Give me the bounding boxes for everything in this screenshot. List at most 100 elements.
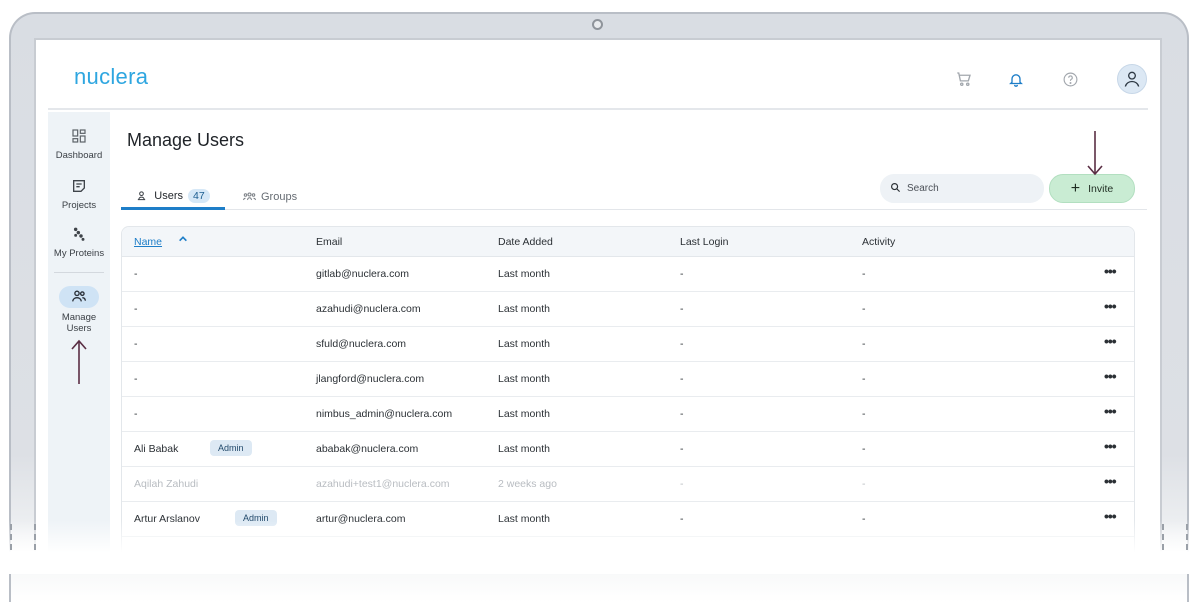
cell-last-login: -	[680, 408, 684, 420]
cell-email: ababak@nuclera.com	[316, 443, 419, 455]
cell-name: Ali Babak	[134, 443, 179, 455]
cell-name: Artur Arslanov	[134, 513, 200, 525]
sort-ascending-icon[interactable]	[178, 234, 188, 247]
app-screen: nuclera Dashboard Projects My Proteins M…	[34, 38, 1162, 558]
cell-email: nimbus_admin@nuclera.com	[316, 408, 453, 420]
sidebar-item-label: Manage Users	[61, 312, 97, 334]
table-row[interactable]: Artur Arslanov artur@nuclera.com Last mont…	[122, 502, 1134, 537]
column-header-email[interactable]: Email	[316, 236, 342, 248]
cell-activity: -	[862, 513, 866, 525]
cell-activity: -	[862, 268, 866, 280]
tab-users[interactable]: Users 47	[121, 184, 225, 210]
annotation-arrow-up-icon	[71, 339, 87, 384]
table-row[interactable]: - azahudi@nuclera.com Last month - - •••	[122, 292, 1134, 327]
table-row[interactable]: - gitlab@nuclera.com Last month - - •••	[122, 257, 1134, 292]
table-row[interactable]: - jlangford@nuclera.com Last month - - •••	[122, 362, 1134, 397]
logo[interactable]: nuclera	[74, 64, 148, 90]
cell-email: azahudi@nuclera.com	[316, 303, 421, 315]
active-indicator	[59, 286, 99, 308]
cell-email: sfuld@nuclera.com	[316, 338, 407, 350]
cell-email: gitlab@nuclera.com	[316, 268, 409, 280]
cell-email: azahudi+test1@nuclera.com	[316, 478, 450, 490]
frame-edge-left	[10, 524, 12, 554]
table-row[interactable]: - nimbus_admin@nuclera.com Last month - - •••	[122, 397, 1134, 432]
sidebar-item-projects[interactable]: Projects	[48, 178, 110, 211]
tab-label: Users	[154, 189, 184, 202]
table-row[interactable]: - sfuld@nuclera.com Last month - - •••	[122, 327, 1134, 362]
sidebar-item-dashboard[interactable]: Dashboard	[48, 128, 110, 161]
row-menu-icon[interactable]: •••	[1104, 403, 1117, 419]
cell-name: -	[134, 338, 138, 350]
sidebar-item-my-proteins[interactable]: My Proteins	[48, 226, 110, 259]
cell-date-added: Last month	[498, 373, 550, 385]
cell-activity: -	[862, 303, 866, 315]
table-header: Name Email Date Added Last Login Activit…	[122, 227, 1134, 257]
groups-icon	[243, 191, 256, 203]
column-header-date-added[interactable]: Date Added	[498, 236, 553, 248]
tab-label: Groups	[261, 191, 298, 203]
cell-date-added: Last month	[498, 408, 550, 420]
frame-edge-right-inner	[1162, 524, 1164, 554]
cell-last-login: -	[680, 338, 684, 350]
table-row[interactable]: Ali Babak ababak@nuclera.com Last month - - A…	[122, 432, 1134, 467]
sidebar-item-label: My Proteins	[53, 248, 105, 259]
dashboard-icon	[70, 128, 88, 146]
column-header-name[interactable]: Name	[134, 236, 162, 248]
row-menu-icon[interactable]: •••	[1104, 368, 1117, 384]
row-menu-icon[interactable]: •••	[1104, 263, 1117, 279]
search-icon	[890, 180, 901, 198]
bell-icon[interactable]	[1005, 68, 1027, 90]
column-header-last-login[interactable]: Last Login	[680, 236, 728, 248]
plus-icon: +	[1070, 179, 1081, 197]
page-title: Manage Users	[127, 130, 245, 150]
cell-date-added: Last month	[498, 268, 550, 280]
cell-activity: -	[862, 408, 866, 420]
sidebar: Dashboard Projects My Proteins Manage Us…	[48, 112, 110, 558]
row-menu-icon[interactable]: •••	[1104, 473, 1117, 489]
cell-email: artur@nuclera.com	[316, 513, 406, 525]
cart-icon[interactable]	[953, 68, 975, 90]
invite-button[interactable]: + Invite	[1049, 174, 1135, 203]
table-row[interactable]: Aqilah Zahudi azahudi+test1@nuclera.com 2 …	[122, 467, 1134, 502]
cell-last-login: -	[680, 268, 684, 280]
cell-name: Aqilah Zahudi	[134, 478, 199, 490]
user-icon	[136, 190, 148, 202]
row-menu-icon[interactable]: •••	[1104, 298, 1117, 314]
frame-edge-left-inner	[34, 524, 36, 554]
cell-activity: -	[862, 478, 866, 490]
help-icon[interactable]	[1059, 68, 1081, 90]
proteins-icon	[70, 226, 88, 244]
column-header-activity[interactable]: Activity	[862, 236, 895, 248]
cell-date-added: 2 weeks ago	[498, 478, 557, 490]
cell-name: -	[134, 268, 138, 280]
tab-groups[interactable]: Groups	[243, 184, 297, 210]
cell-date-added: Last month	[498, 338, 550, 350]
users-table: Name Email Date Added Last Login Activit…	[121, 226, 1135, 558]
top-header: nuclera	[48, 40, 1148, 110]
frame-edge-right	[1186, 524, 1188, 554]
projects-icon	[70, 178, 88, 196]
sidebar-item-label: Projects	[61, 200, 97, 211]
cell-last-login: -	[680, 443, 684, 455]
cell-date-added: Last month	[498, 443, 550, 455]
cell-date-added: Last month	[498, 513, 550, 525]
sidebar-divider	[54, 272, 104, 273]
sidebar-item-label: Dashboard	[55, 150, 103, 161]
cell-email: jlangford@nuclera.com	[316, 373, 425, 385]
invite-label: Invite	[1088, 182, 1114, 195]
row-menu-icon[interactable]: •••	[1104, 333, 1117, 349]
search-input[interactable]	[907, 183, 1027, 194]
users-count-badge: 47	[188, 188, 210, 203]
users-icon	[71, 289, 87, 306]
cell-last-login: -	[680, 303, 684, 315]
search-box[interactable]	[880, 174, 1044, 203]
sidebar-item-manage-users[interactable]: Manage Users	[48, 286, 110, 334]
cell-activity: -	[862, 338, 866, 350]
cell-activity: -	[862, 373, 866, 385]
avatar-icon[interactable]	[1117, 64, 1147, 94]
row-menu-icon[interactable]: •••	[1104, 438, 1117, 454]
cell-activity: -	[862, 443, 866, 455]
row-menu-icon[interactable]: •••	[1104, 508, 1117, 524]
admin-badge: Admin	[210, 440, 252, 456]
cell-name: -	[134, 303, 138, 315]
